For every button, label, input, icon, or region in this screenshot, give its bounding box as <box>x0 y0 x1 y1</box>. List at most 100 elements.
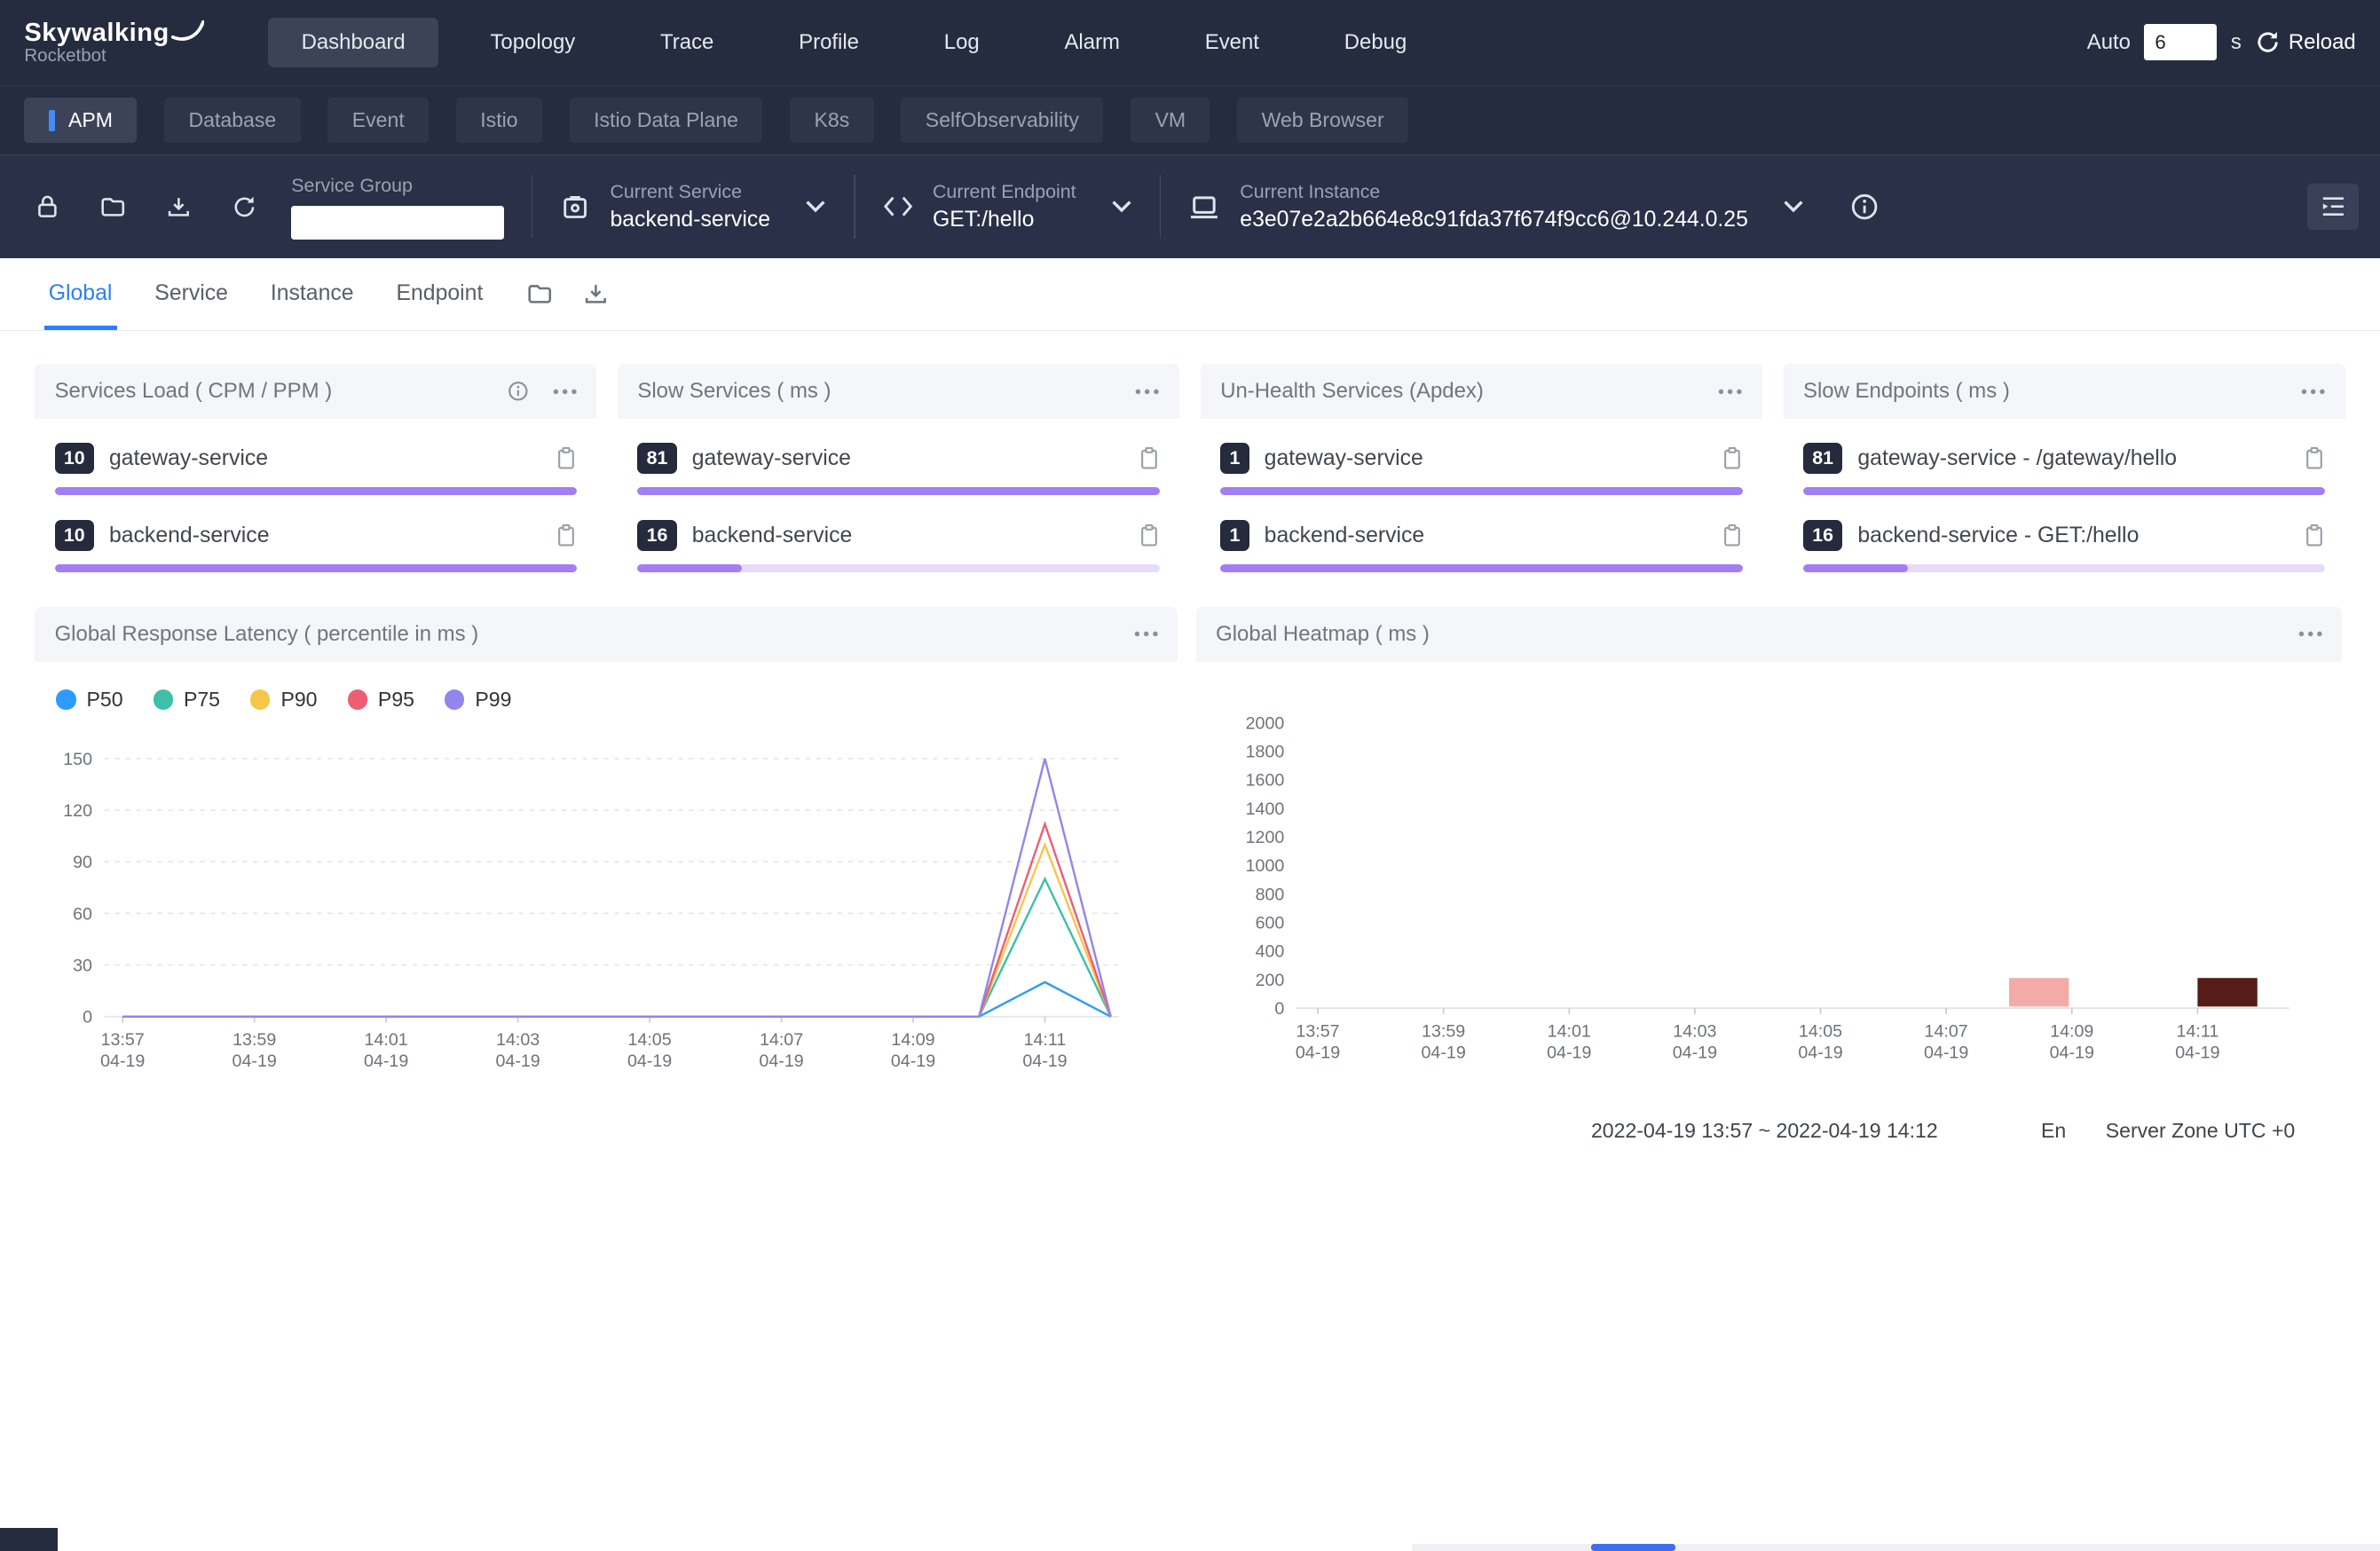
view-tab-service[interactable]: Service <box>133 258 249 330</box>
slow-services-card: Slow Services ( ms ) 81 gateway-service <box>618 364 1179 592</box>
nav-item-event[interactable]: Event <box>1171 18 1292 67</box>
active-layer-indicator <box>49 110 55 131</box>
legend-item-p95[interactable]: P95 <box>348 688 414 712</box>
layer-tab-label: K8s <box>815 108 850 132</box>
svg-text:400: 400 <box>1255 941 1284 961</box>
nav-item-debug[interactable]: Debug <box>1311 18 1440 67</box>
svg-text:14:03: 14:03 <box>496 1030 540 1050</box>
reload-button[interactable]: Reload <box>2255 29 2355 55</box>
service-name-link[interactable]: gateway-service <box>1265 446 1706 471</box>
layer-tab-label: Web Browser <box>1262 108 1384 132</box>
layer-tab-selfobservability[interactable]: SelfObservability <box>901 98 1103 143</box>
view-tab-label: Endpoint <box>396 281 483 306</box>
current-endpoint-select[interactable]: Current Endpoint GET:/hello <box>883 181 1132 232</box>
lock-button[interactable] <box>34 193 61 221</box>
metric-bar <box>1803 487 2325 495</box>
view-tab-label: Instance <box>271 281 354 306</box>
current-endpoint-label: Current Endpoint <box>933 181 1076 203</box>
tab-folder-button[interactable] <box>525 280 554 308</box>
auto-interval-input[interactable] <box>2144 24 2217 60</box>
layer-tab-istio[interactable]: Istio <box>456 98 542 143</box>
current-instance-select[interactable]: Current Instance e3e07e2a2b664e8c91fda37… <box>1188 181 1804 232</box>
info-icon <box>1849 192 1880 222</box>
copy-button[interactable] <box>556 446 577 470</box>
service-name-link[interactable]: gateway-service <box>109 446 540 471</box>
service-group-input[interactable] <box>291 206 503 240</box>
view-tab-label: Global <box>49 281 113 306</box>
layer-tab-web-browser[interactable]: Web Browser <box>1237 98 1408 143</box>
toolbar-divider <box>1160 175 1162 239</box>
instance-info-button[interactable] <box>1849 192 1880 222</box>
layer-tab-apm[interactable]: APM <box>24 98 137 143</box>
bottom-corner-panel <box>0 1528 58 1551</box>
info-icon <box>507 380 530 403</box>
copy-button[interactable] <box>2304 446 2325 470</box>
nav-item-dashboard[interactable]: Dashboard <box>268 18 438 67</box>
clipboard-icon <box>556 446 577 470</box>
current-endpoint-value: GET:/hello <box>933 208 1076 232</box>
legend-item-p99[interactable]: P99 <box>445 688 511 712</box>
svg-text:14:03: 14:03 <box>1673 1021 1716 1041</box>
view-tab-endpoint[interactable]: Endpoint <box>375 258 505 330</box>
layer-tab-label: VM <box>1155 108 1186 132</box>
copy-button[interactable] <box>1139 446 1160 470</box>
clipboard-icon <box>1722 446 1743 470</box>
language-switcher[interactable]: En <box>2041 1119 2066 1143</box>
layer-tab-label: APM <box>68 108 113 132</box>
svg-text:04-19: 04-19 <box>364 1051 408 1071</box>
service-name-link[interactable]: backend-service <box>692 524 1123 548</box>
nav-item-topology[interactable]: Topology <box>457 18 609 67</box>
legend-dot <box>348 689 367 709</box>
service-name-link[interactable]: gateway-service <box>692 446 1123 471</box>
layer-tab-k8s[interactable]: K8s <box>790 98 874 143</box>
copy-button[interactable] <box>1139 524 1160 547</box>
nav-item-alarm[interactable]: Alarm <box>1031 18 1154 67</box>
nav-item-log[interactable]: Log <box>910 18 1013 67</box>
metric-bar <box>637 564 1159 572</box>
endpoint-name-link[interactable]: backend-service - GET:/hello <box>1857 524 2289 548</box>
copy-button[interactable] <box>2304 524 2325 547</box>
current-service-select[interactable]: Current Service backend-service <box>560 181 826 232</box>
refresh-button[interactable] <box>231 193 258 221</box>
layer-tab-vm[interactable]: VM <box>1131 98 1210 143</box>
export-button[interactable] <box>165 193 193 221</box>
legend-label: P95 <box>378 688 414 712</box>
copy-button[interactable] <box>1722 446 1743 470</box>
copy-button[interactable] <box>1722 524 1743 547</box>
services-load-card: Services Load ( CPM / PPM ) <box>35 364 596 592</box>
card-more-button[interactable] <box>2298 631 2322 637</box>
legend-item-p90[interactable]: P90 <box>250 688 317 712</box>
time-range-picker[interactable]: 2022-04-19 13:57 ~ 2022-04-19 14:12 <box>1591 1119 1938 1143</box>
legend-item-p50[interactable]: P50 <box>56 688 122 712</box>
folder-button[interactable] <box>99 193 127 221</box>
more-dots-icon <box>1135 389 1159 395</box>
dashboard-toolbar: Service Group Current Service backend-se… <box>0 154 2380 257</box>
card-more-button[interactable] <box>2301 389 2325 395</box>
nav-item-trace[interactable]: Trace <box>627 18 747 67</box>
layer-tab-event[interactable]: Event <box>327 98 429 143</box>
nav-item-profile[interactable]: Profile <box>766 18 893 67</box>
card-more-button[interactable] <box>553 389 577 395</box>
copy-button[interactable] <box>556 524 577 547</box>
svg-text:04-19: 04-19 <box>760 1051 804 1071</box>
service-name-link[interactable]: backend-service <box>109 524 540 548</box>
main-nav: Dashboard Topology Trace Profile Log Ala… <box>268 18 2087 67</box>
layer-tab-istio-data-plane[interactable]: Istio Data Plane <box>570 98 763 143</box>
layer-tab-database[interactable]: Database <box>164 98 301 143</box>
view-tab-instance[interactable]: Instance <box>249 258 375 330</box>
settings-panel-toggle-button[interactable] <box>2307 184 2359 229</box>
view-tab-global[interactable]: Global <box>28 258 134 330</box>
folder-icon <box>99 193 127 221</box>
card-more-button[interactable] <box>1135 389 1159 395</box>
legend-item-p75[interactable]: P75 <box>154 688 220 712</box>
card-more-button[interactable] <box>1718 389 1742 395</box>
card-more-button[interactable] <box>1134 631 1158 637</box>
tab-export-button[interactable] <box>582 280 610 308</box>
horizontal-scrollbar-thumb[interactable] <box>1591 1544 1676 1551</box>
legend-dot <box>445 689 464 709</box>
card-info-button[interactable] <box>507 380 530 403</box>
svg-text:90: 90 <box>73 853 92 872</box>
service-name-link[interactable]: backend-service <box>1265 524 1706 548</box>
metric-badge: 10 <box>55 443 94 474</box>
endpoint-name-link[interactable]: gateway-service - /gateway/hello <box>1857 446 2289 471</box>
